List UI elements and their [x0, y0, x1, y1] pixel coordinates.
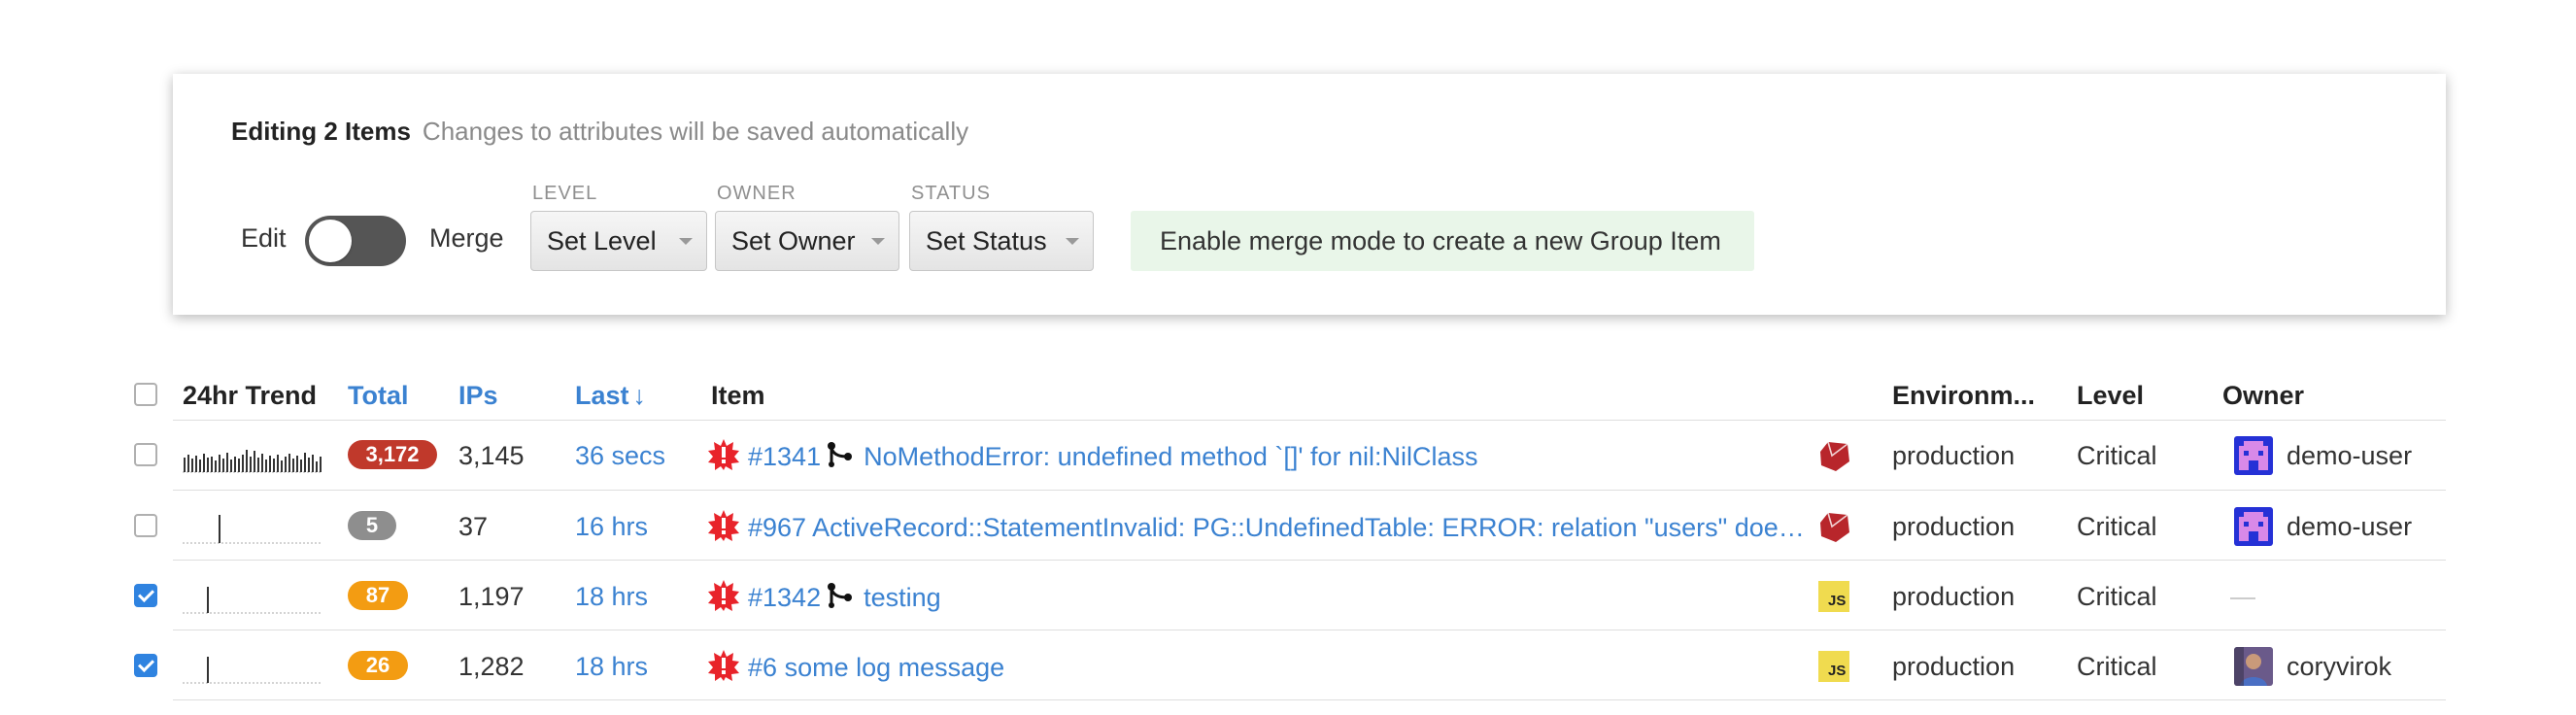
row-divider — [173, 560, 2446, 561]
error-burst-icon — [708, 580, 739, 611]
merge-icon — [828, 442, 853, 467]
owner-name[interactable]: demo-user — [2287, 441, 2412, 471]
panel-title: Editing 2 Items Changes to attributes wil… — [231, 117, 968, 147]
owner-field-label: OWNER — [717, 183, 797, 204]
ruby-icon — [1820, 441, 1849, 471]
environment: production — [1892, 512, 2016, 541]
row-checkbox-checked[interactable] — [134, 584, 157, 607]
last-seen: 36 secs — [575, 441, 666, 470]
column-header-item: Item — [711, 381, 765, 410]
trend-sparkline — [183, 657, 322, 684]
error-burst-icon — [708, 510, 739, 541]
item-title: testing — [864, 583, 941, 612]
set-level-label: Set Level — [547, 225, 657, 255]
toggle-knob — [309, 220, 352, 262]
chevron-down-icon — [679, 238, 693, 245]
environment: production — [1892, 652, 2016, 681]
ips-count: 3,145 — [458, 441, 525, 470]
item-cell[interactable]: #6 some log message — [707, 649, 1805, 683]
column-header-owner: Owner — [2222, 381, 2305, 410]
level-field-label: LEVEL — [532, 183, 598, 204]
merge-hint-banner: Enable merge mode to create a new Group … — [1131, 211, 1754, 271]
set-owner-label: Set Owner — [731, 225, 856, 255]
chevron-down-icon — [871, 238, 885, 245]
edit-merge-toggle[interactable] — [305, 216, 406, 266]
total-count-badge: 5 — [348, 511, 396, 540]
column-header-total[interactable]: Total — [348, 381, 409, 411]
owner-name[interactable]: demo-user — [2287, 512, 2412, 542]
trend-sparkline — [183, 450, 322, 473]
level: Critical — [2077, 512, 2157, 541]
last-header-label: Last — [575, 381, 629, 410]
edit-mode-label: Edit — [241, 223, 287, 253]
last-seen: 18 hrs — [575, 652, 649, 681]
pixel-avatar-icon — [2234, 436, 2273, 475]
ips-count: 1,282 — [458, 652, 525, 681]
trend-sparkline — [183, 515, 322, 544]
set-level-select[interactable]: Set Level — [530, 211, 707, 271]
item-id: #1341 — [748, 442, 822, 471]
item-cell[interactable]: #1342 testing — [707, 579, 1805, 613]
last-seen: 18 hrs — [575, 582, 649, 611]
level: Critical — [2077, 582, 2157, 611]
set-owner-select[interactable]: Set Owner — [715, 211, 899, 271]
set-status-select[interactable]: Set Status — [909, 211, 1094, 271]
set-status-label: Set Status — [926, 225, 1047, 255]
ips-count: 1,197 — [458, 582, 525, 611]
total-count-badge: 87 — [348, 581, 408, 610]
item-title: ActiveRecord::StatementInvalid: PG::Unde… — [812, 513, 1805, 542]
item-title: some log message — [784, 653, 1005, 682]
column-header-level: Level — [2077, 381, 2145, 410]
item-title: NoMethodError: undefined method `[]' for… — [864, 442, 1478, 471]
panel-heading: Editing 2 Items — [231, 117, 411, 146]
total-count-badge: 26 — [348, 651, 408, 680]
status-field-label: STATUS — [911, 183, 991, 204]
environment: production — [1892, 441, 2016, 470]
error-burst-icon — [708, 439, 739, 470]
column-header-trend: 24hr Trend — [183, 381, 318, 410]
photo-avatar-icon — [2234, 647, 2273, 686]
row-divider — [173, 490, 2446, 491]
ips-count: 37 — [458, 512, 489, 541]
chevron-down-icon — [1066, 238, 1079, 245]
merge-icon — [828, 583, 853, 608]
ruby-icon — [1820, 512, 1849, 542]
column-header-environment: Environm... — [1892, 381, 2036, 410]
no-owner-dash — [2230, 597, 2255, 599]
row-checkbox[interactable] — [134, 443, 157, 466]
owner-name[interactable]: coryvirok — [2287, 652, 2391, 682]
header-divider — [173, 420, 2446, 421]
item-id: #6 — [748, 653, 778, 682]
javascript-icon: JS — [1818, 651, 1849, 682]
column-header-last[interactable]: Last ↓ — [575, 381, 646, 411]
sort-descending-icon: ↓ — [632, 381, 647, 410]
row-divider — [173, 699, 2446, 700]
level: Critical — [2077, 652, 2157, 681]
item-cell[interactable]: #1341 NoMethodError: undefined method `[]… — [707, 438, 1805, 472]
column-header-ips[interactable]: IPs — [458, 381, 498, 411]
level: Critical — [2077, 441, 2157, 470]
bulk-edit-panel: Editing 2 Items Changes to attributes wil… — [173, 74, 2446, 315]
pixel-avatar-icon — [2234, 507, 2273, 546]
total-count-badge: 3,172 — [348, 440, 437, 469]
panel-note: Changes to attributes will be saved auto… — [422, 117, 969, 146]
row-checkbox-checked[interactable] — [134, 654, 157, 677]
item-id: #967 — [748, 513, 807, 542]
item-cell[interactable]: #967 ActiveRecord::StatementInvalid: PG:… — [707, 509, 1805, 543]
row-checkbox[interactable] — [134, 514, 157, 537]
error-burst-icon — [708, 650, 739, 681]
select-all-checkbox[interactable] — [134, 383, 157, 406]
trend-sparkline — [183, 587, 322, 614]
javascript-icon: JS — [1818, 581, 1849, 612]
item-id: #1342 — [748, 583, 822, 612]
last-seen: 16 hrs — [575, 512, 649, 541]
merge-mode-label: Merge — [429, 223, 504, 253]
environment: production — [1892, 582, 2016, 611]
